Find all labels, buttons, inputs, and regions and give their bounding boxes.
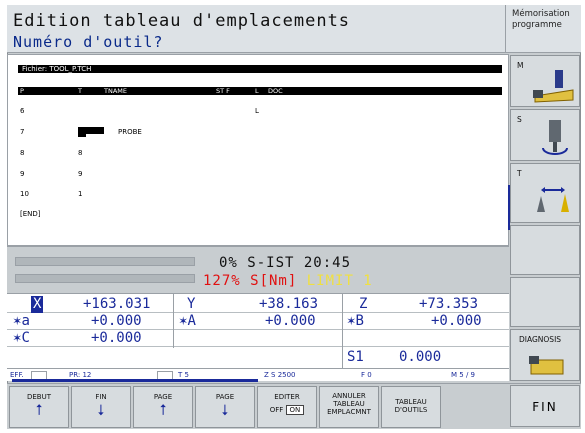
active-indicator xyxy=(508,185,510,230)
softkey-debut[interactable]: DEBUT ⭡ xyxy=(9,386,69,428)
spindle-speed-status: 0% S-IST 20:45 xyxy=(219,255,352,271)
vertical-softkey-diagnosis[interactable]: DIAGNOSIS xyxy=(510,329,580,381)
axis-C-value: +0.000 xyxy=(91,330,142,346)
position-display: X +163.031 Y +38.163 Z +73.353 ✶ a +0.000… xyxy=(7,293,509,369)
toggle-on[interactable]: ON xyxy=(285,405,305,415)
axis-A-value: +0.000 xyxy=(265,313,316,329)
axis-B-value: +0.000 xyxy=(431,313,482,329)
file-name-bar: Fichier: TOOL_P.TCH xyxy=(18,65,502,73)
axis-B-label: ✶ B xyxy=(347,313,364,329)
vertical-softkey-s[interactable]: S xyxy=(510,109,580,161)
axis-a-value: +0.000 xyxy=(91,313,142,329)
status-area: 0% S-IST 20:45 127% S[Nm] LIMIT 1 xyxy=(7,246,509,293)
arrow-up-icon: ⭡ xyxy=(159,401,167,419)
softkey-fin-table[interactable]: FIN ⭣ xyxy=(71,386,131,428)
spindle-row: S1 0.000 xyxy=(7,349,509,366)
header: Edition tableau d'emplacements Numéro d'… xyxy=(7,5,505,53)
vertical-softkey-m[interactable]: M xyxy=(510,55,580,107)
softkey-tableau-outils[interactable]: TABLEAU D'OUTILS xyxy=(381,386,441,428)
col-p: P xyxy=(20,87,24,95)
axis-z-value: +73.353 xyxy=(419,296,479,312)
axis-z-label: Z xyxy=(359,296,368,312)
column-header-bar: P T TNAME ST F L DOC xyxy=(18,87,502,95)
spindle-value: 0.000 xyxy=(399,349,442,365)
col-l: L xyxy=(255,87,259,95)
col-st-f: ST F xyxy=(216,87,230,95)
m-function: M 5 / 9 xyxy=(451,371,475,379)
toggle-off[interactable]: OFF xyxy=(270,406,284,414)
softkey-page-down[interactable]: PAGE ⭣ xyxy=(195,386,255,428)
diagnosis-icon xyxy=(529,356,564,375)
axis-a-label: ✶ a xyxy=(13,313,30,329)
col-t: T xyxy=(78,87,82,95)
arrow-down-icon: ⭣ xyxy=(221,401,229,419)
axis-y-label: Y xyxy=(187,296,196,312)
spindle-icon xyxy=(542,120,568,155)
axis-x-label: X xyxy=(31,296,44,313)
tool-change-icon xyxy=(537,187,569,212)
position-row: ✶ C +0.000 xyxy=(7,330,509,347)
col-tname: TNAME xyxy=(104,87,127,95)
softkey-annuler-tableau[interactable]: ANNULER TABLEAU EMPLACMNT xyxy=(319,386,379,428)
vertical-softkey-t[interactable]: T xyxy=(510,163,580,223)
col-doc: DOC xyxy=(268,87,283,95)
softkey-fin-exit[interactable]: FIN xyxy=(510,385,580,427)
axis-A-label: ✶ A xyxy=(179,313,196,329)
pocket-table[interactable]: Fichier: TOOL_P.TCH P T TNAME ST F L DOC… xyxy=(7,54,509,246)
feed-value: F 0 xyxy=(361,371,372,379)
tool-axis-speed: Z S 2500 xyxy=(264,371,296,379)
machine-icon xyxy=(533,70,574,103)
limit-label: LIMIT 1 xyxy=(306,273,373,289)
divider xyxy=(173,294,174,348)
position-row: X +163.031 Y +38.163 Z +73.353 xyxy=(7,296,509,313)
vertical-softkey-empty[interactable] xyxy=(510,225,580,275)
page-title: Edition tableau d'emplacements xyxy=(13,11,351,31)
axis-C-label: ✶ C xyxy=(13,330,30,346)
arrow-down-icon: ⭣ xyxy=(97,401,105,419)
arrow-up-icon: ⭡ xyxy=(35,401,43,419)
softkey-page-up[interactable]: PAGE ⭡ xyxy=(133,386,193,428)
prompt-line: Numéro d'outil? xyxy=(13,33,164,51)
feed-gauge xyxy=(15,257,195,266)
softkey-group-indicator xyxy=(12,379,258,382)
vertical-softkey-empty[interactable] xyxy=(510,277,580,327)
axis-y-value: +38.163 xyxy=(259,296,319,312)
mode-indicator: Mémorisation programme xyxy=(505,5,581,53)
spindle-label: S1 xyxy=(347,349,364,365)
spindle-gauge xyxy=(15,274,195,283)
spindle-load-status: 127% S[Nm] LIMIT 1 xyxy=(203,273,373,289)
softkey-bar: DEBUT ⭡ FIN ⭣ PAGE ⭡ PAGE ⭣ EDITER OFF O… xyxy=(7,379,581,429)
divider xyxy=(342,294,343,369)
position-row: ✶ a +0.000 ✶ A +0.000 ✶ B +0.000 xyxy=(7,313,509,330)
softkey-editer[interactable]: EDITER OFF ON xyxy=(257,386,317,428)
axis-x-value: +163.031 xyxy=(83,296,151,312)
